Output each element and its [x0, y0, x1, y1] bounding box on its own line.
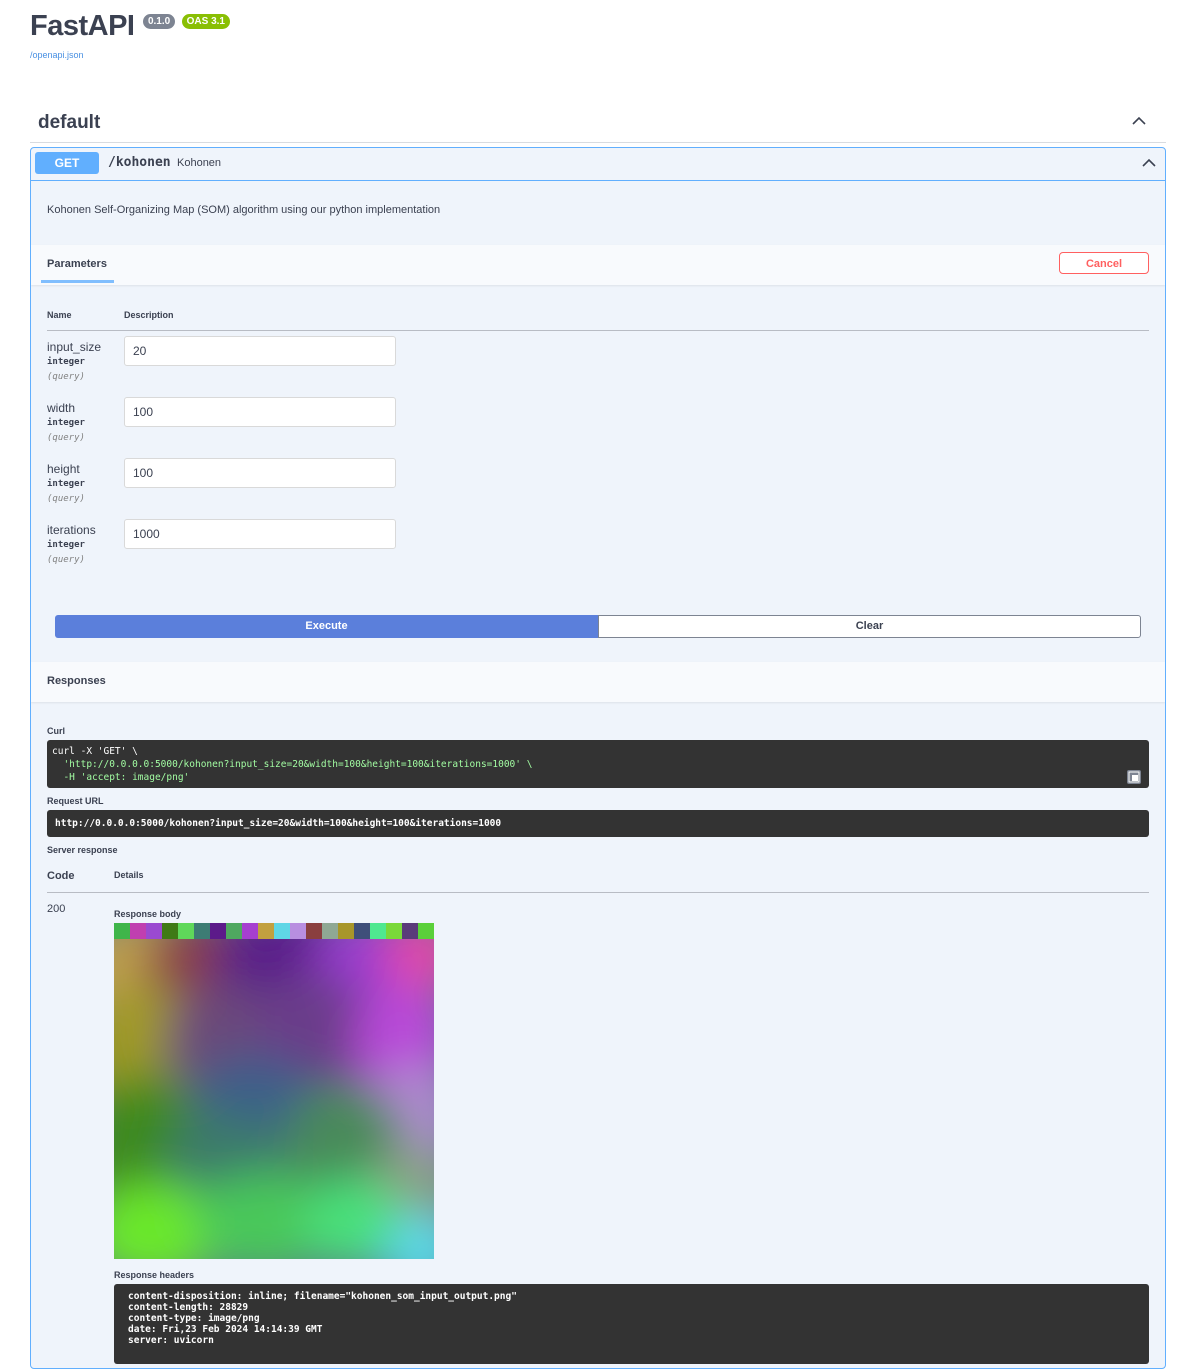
response-header-line: content-length: 28829 [128, 1302, 249, 1313]
server-response-label: Server response [47, 845, 118, 855]
parameter-row-width: width integer (query) 100 [47, 397, 447, 456]
chevron-up-icon[interactable] [1132, 114, 1146, 128]
tag-name: default [38, 112, 101, 133]
param-name: iterations [47, 523, 96, 537]
parameter-row-height: height integer (query) 100 [47, 458, 447, 517]
request-url-block: http://0.0.0.0:5000/kohonen?input_size=2… [47, 810, 1149, 837]
operation-summary[interactable]: GET /kohonen Kohonen [31, 148, 1165, 181]
response-header-line: server: uvicorn [128, 1335, 214, 1346]
column-header-details: Details [114, 870, 144, 880]
input-color-swatch [258, 923, 275, 939]
response-status-code: 200 [47, 903, 66, 915]
parameters-header: Parameters Cancel [31, 245, 1165, 285]
parameter-row-iterations: iterations integer (query) 1000 [47, 519, 447, 578]
operation-description: Kohonen Self-Organizing Map (SOM) algori… [47, 204, 441, 216]
response-headers-block: content-disposition: inline; filename="k… [114, 1284, 1149, 1364]
input-size-field[interactable]: 20 [124, 336, 396, 366]
input-color-swatch [194, 923, 211, 939]
param-name: input_size [47, 340, 102, 354]
input-color-swatch [386, 923, 403, 939]
param-type: integer [47, 418, 85, 428]
tab-parameters[interactable]: Parameters [47, 258, 107, 270]
method-badge: GET [35, 152, 99, 174]
width-field[interactable]: 100 [124, 397, 396, 427]
input-color-swatch [338, 923, 355, 939]
divider [47, 892, 1149, 893]
param-type: integer [47, 357, 85, 367]
iterations-field[interactable]: 1000 [124, 519, 396, 549]
parameter-row-input-size: input_size integer (query) 20 [47, 336, 447, 395]
execute-button[interactable]: Execute [55, 615, 598, 638]
curl-line-3: -H 'accept: image/png' [52, 772, 190, 783]
input-color-swatch [210, 923, 227, 939]
input-color-swatch [130, 923, 147, 939]
input-color-swatch [274, 923, 291, 939]
openapi-json-link[interactable]: /openapi.json [30, 50, 84, 60]
input-color-swatch [306, 923, 323, 939]
curl-label: Curl [47, 726, 65, 736]
param-location: (query) [47, 555, 85, 565]
input-color-swatch [226, 923, 243, 939]
input-color-swatch [178, 923, 195, 939]
tab-underline [41, 280, 114, 283]
operation-summary-text: Kohonen [177, 157, 222, 169]
curl-code-block: curl -X 'GET' \ 'http://0.0.0.0:5000/koh… [47, 740, 1149, 788]
input-color-swatch [242, 923, 259, 939]
version-badge: 0.1.0 [142, 14, 176, 29]
input-color-swatch [162, 923, 179, 939]
oas-badge: OAS 3.1 [181, 14, 230, 29]
execute-button-group: Execute Clear [55, 615, 1141, 638]
input-color-swatch [114, 923, 131, 939]
chevron-up-icon[interactable] [1142, 156, 1156, 170]
cancel-button[interactable]: Cancel [1059, 252, 1149, 274]
curl-line-2: 'http://0.0.0.0:5000/kohonen?input_size=… [52, 759, 533, 770]
input-color-strip [114, 923, 434, 939]
param-location: (query) [47, 433, 85, 443]
operation-path: /kohonen [108, 155, 171, 170]
input-color-swatch [290, 923, 307, 939]
input-color-swatch [354, 923, 371, 939]
input-color-swatch [146, 923, 163, 939]
param-name: width [47, 401, 76, 415]
param-type: integer [47, 479, 85, 489]
divider [47, 330, 1149, 331]
clear-button[interactable]: Clear [598, 615, 1141, 638]
response-header-line: date: Fri,23 Feb 2024 14:14:39 GMT [128, 1324, 323, 1335]
input-color-swatch [322, 923, 339, 939]
param-location: (query) [47, 372, 85, 382]
response-headers-label: Response headers [114, 1270, 195, 1280]
responses-title: Responses [47, 675, 106, 687]
tag-section-default[interactable]: default [30, 102, 1166, 143]
input-color-swatch [418, 923, 434, 939]
request-url-label: Request URL [47, 796, 104, 806]
param-name: height [47, 462, 80, 476]
input-color-swatch [402, 923, 419, 939]
app-title: FastAPI [30, 10, 135, 42]
column-header-description: Description [124, 310, 174, 320]
height-field[interactable]: 100 [124, 458, 396, 488]
copy-to-clipboard-icon[interactable] [1127, 770, 1141, 784]
response-header-line: content-type: image/png [128, 1313, 260, 1324]
curl-line-1: curl -X 'GET' \ [52, 746, 138, 757]
app-header: FastAPI 0.1.0 OAS 3.1 [30, 10, 230, 43]
input-color-swatch [370, 923, 387, 939]
som-output-image [114, 923, 434, 1259]
param-location: (query) [47, 494, 85, 504]
response-body-label: Response body [114, 909, 182, 919]
operation-block-get-kohonen: GET /kohonen Kohonen Kohonen Self-Organi… [30, 147, 1166, 1369]
param-type: integer [47, 540, 85, 550]
response-header-line: content-disposition: inline; filename="k… [128, 1291, 517, 1302]
column-header-code: Code [47, 870, 75, 882]
column-header-name: Name [47, 310, 72, 320]
responses-header: Responses [31, 662, 1165, 702]
